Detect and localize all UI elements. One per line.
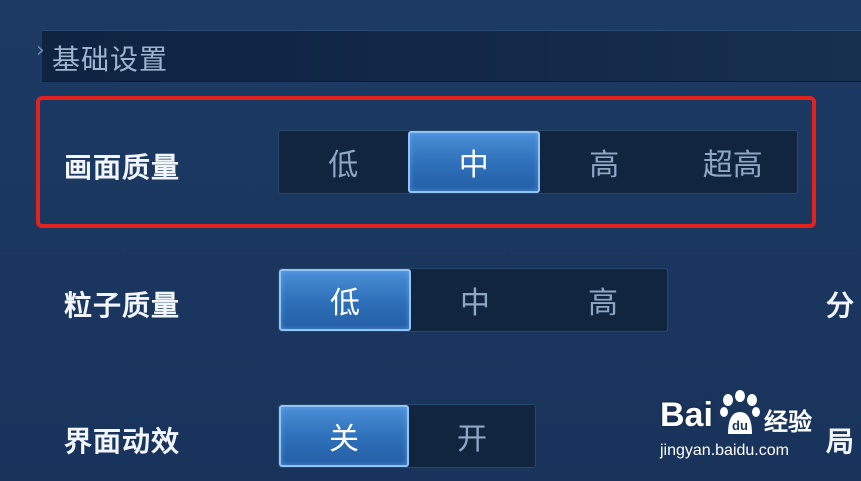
particle-quality-label: 粒子质量 <box>64 289 181 322</box>
watermark-brand: Bai <box>660 396 713 434</box>
particle-quality-selector: 低 中 高 <box>278 268 668 332</box>
baidu-jingyan-watermark: Bai du 经验 jingyan.baidu.com <box>660 388 820 468</box>
ui-animation-selector: 关 开 <box>278 404 536 468</box>
particle-quality-option-medium[interactable]: 中 <box>411 269 539 331</box>
watermark-url: jingyan.baidu.com <box>660 442 789 459</box>
graphics-quality-label: 画面质量 <box>64 151 181 184</box>
graphics-quality-option-high[interactable]: 高 <box>540 131 669 193</box>
ui-animation-label: 界面动效 <box>64 425 181 458</box>
particle-quality-option-low[interactable]: 低 <box>279 269 411 331</box>
paw-logo-icon: du <box>720 390 760 434</box>
section-title: 基础设置 <box>52 43 169 76</box>
graphics-quality-option-medium[interactable]: 中 <box>407 131 540 193</box>
graphics-quality-option-ultra[interactable]: 超高 <box>669 131 798 193</box>
particle-quality-option-high[interactable]: 高 <box>539 269 667 331</box>
cutoff-label-right-2: 局 <box>826 425 855 458</box>
cutoff-label-right: 分 <box>826 289 855 322</box>
chevron-right-icon: › <box>36 38 45 63</box>
paw-logo-text: du <box>732 418 748 433</box>
watermark-jingyan: 经验 <box>764 408 812 436</box>
ui-animation-option-on[interactable]: 开 <box>409 405 535 467</box>
graphics-quality-selector: 低 中 高 超高 <box>278 130 798 194</box>
ui-animation-option-off[interactable]: 关 <box>279 405 409 467</box>
graphics-quality-option-low[interactable]: 低 <box>279 131 408 193</box>
